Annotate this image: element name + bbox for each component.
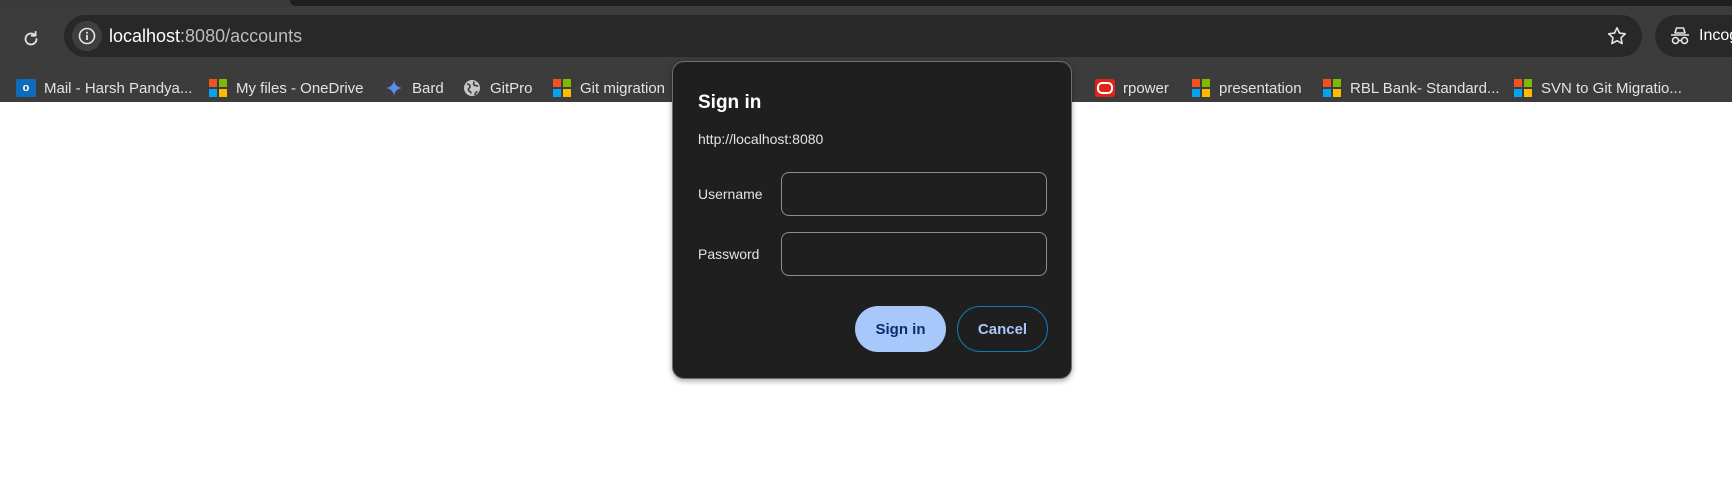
username-field[interactable] bbox=[781, 172, 1047, 216]
bookmark-bard[interactable]: Bard bbox=[384, 76, 444, 100]
microsoft-icon bbox=[552, 78, 572, 98]
bookmark-label: RBL Bank- Standard... bbox=[1350, 79, 1500, 97]
microsoft-icon bbox=[1191, 78, 1211, 98]
outlook-icon: o bbox=[16, 78, 36, 98]
reload-icon bbox=[24, 30, 38, 46]
bookmark-git-migration[interactable]: Git migration bbox=[552, 76, 665, 100]
bookmark-label: rpower bbox=[1123, 79, 1169, 97]
username-label: Username bbox=[698, 186, 763, 202]
bookmark-rbl-bank[interactable]: RBL Bank- Standard... bbox=[1322, 76, 1500, 100]
bookmark-star-button[interactable] bbox=[1606, 25, 1628, 47]
incognito-indicator[interactable]: Incog bbox=[1655, 15, 1732, 57]
password-field[interactable] bbox=[781, 232, 1047, 276]
sign-in-dialog: Sign in http://localhost:8080 Username P… bbox=[672, 61, 1072, 379]
sign-in-button[interactable]: Sign in bbox=[855, 306, 946, 352]
star-icon bbox=[1607, 27, 1627, 45]
url-path: :8080/accounts bbox=[180, 26, 303, 46]
bookmark-label: GitPro bbox=[490, 79, 533, 97]
bookmark-presentation[interactable]: presentation bbox=[1191, 76, 1302, 100]
microsoft-icon bbox=[208, 78, 228, 98]
address-bar[interactable]: localhost:8080/accounts bbox=[64, 15, 1642, 57]
bookmark-label: My files - OneDrive bbox=[236, 79, 364, 97]
bookmark-label: Mail - Harsh Pandya... bbox=[44, 79, 193, 97]
microsoft-icon bbox=[1322, 78, 1342, 98]
globe-icon bbox=[462, 78, 482, 98]
bookmark-label: SVN to Git Migratio... bbox=[1541, 79, 1682, 97]
url-text[interactable]: localhost:8080/accounts bbox=[109, 26, 302, 47]
incognito-label: Incog bbox=[1699, 27, 1732, 44]
dialog-origin: http://localhost:8080 bbox=[698, 131, 824, 147]
bookmark-label: presentation bbox=[1219, 79, 1302, 97]
bookmark-gitpro[interactable]: GitPro bbox=[462, 76, 533, 100]
bookmark-label: Git migration bbox=[580, 79, 666, 97]
password-label: Password bbox=[698, 246, 760, 262]
bookmark-label: Bard bbox=[412, 79, 444, 97]
bookmark-svn-git[interactable]: SVN to Git Migratio... bbox=[1513, 76, 1682, 100]
oracle-icon bbox=[1095, 78, 1115, 98]
reload-button[interactable] bbox=[14, 22, 48, 56]
site-info-button[interactable] bbox=[72, 21, 102, 51]
bookmark-rpower[interactable]: rpower bbox=[1095, 76, 1169, 100]
bookmark-mail[interactable]: o Mail - Harsh Pandya... bbox=[16, 76, 192, 100]
info-icon bbox=[78, 27, 96, 45]
browser-window: localhost:8080/accounts Incog o Mail - H… bbox=[0, 0, 1732, 482]
microsoft-icon bbox=[1513, 78, 1533, 98]
bookmark-onedrive[interactable]: My files - OneDrive bbox=[208, 76, 364, 100]
url-host: localhost bbox=[109, 26, 181, 46]
incognito-icon bbox=[1671, 27, 1689, 45]
cancel-button[interactable]: Cancel bbox=[957, 306, 1048, 352]
dialog-title: Sign in bbox=[698, 92, 762, 113]
bard-sparkle-icon bbox=[384, 78, 404, 98]
